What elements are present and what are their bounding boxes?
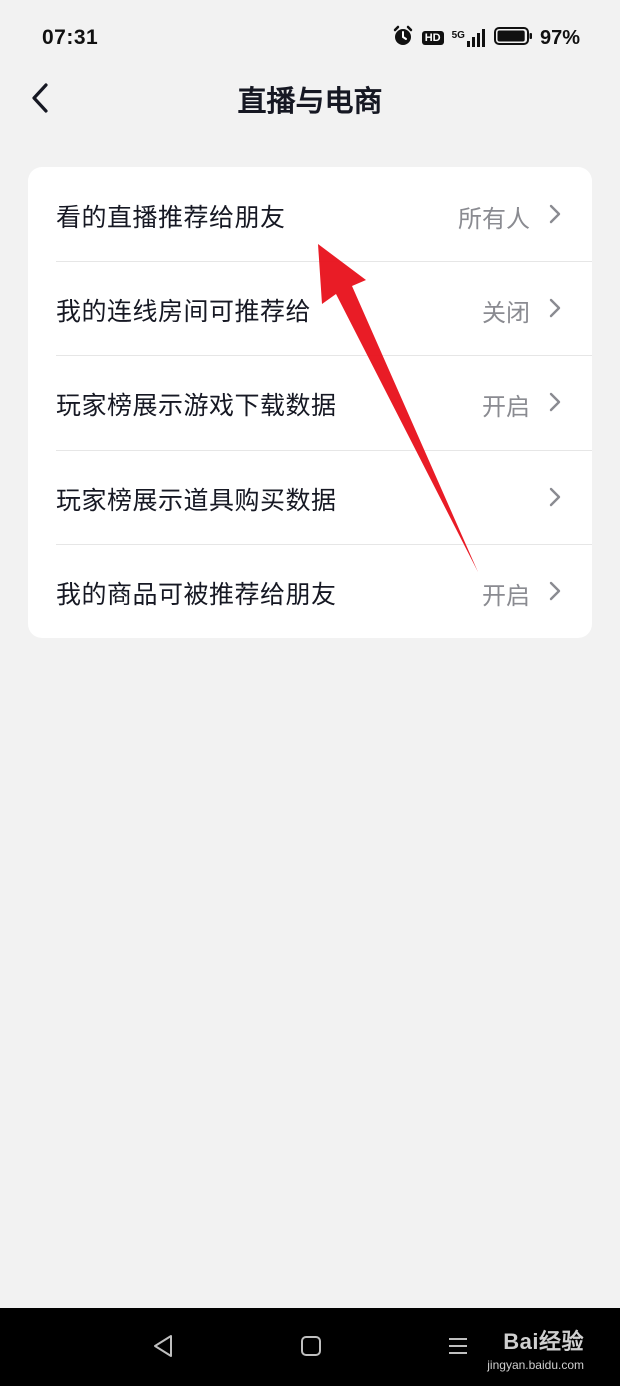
screen: 07:31 HD 5G 97% 直播与电商 看的直播推荐给朋友 所有人 我的连线… — [0, 0, 620, 1386]
page-title: 直播与电商 — [237, 84, 383, 118]
hd-icon: HD — [421, 31, 444, 45]
setting-value: 开启 — [482, 393, 530, 422]
battery-icon — [493, 26, 534, 50]
setting-row-linkup-room[interactable]: 我的连线房间可推荐给 关闭 — [28, 261, 592, 355]
header: 直播与电商 — [0, 66, 620, 126]
chevron-right-icon — [549, 393, 561, 412]
status-bar: 07:31 HD 5G 97% — [0, 0, 620, 76]
setting-value: 所有人 — [458, 205, 530, 233]
setting-value: 关闭 — [482, 299, 530, 328]
setting-row-item-purchase-data[interactable]: 玩家榜展示道具购买数据 — [28, 449, 592, 544]
network-type-label: 5G — [451, 30, 465, 41]
chevron-right-icon — [549, 581, 561, 600]
chevron-right-icon — [549, 204, 561, 224]
setting-label: 看的直播推荐给朋友 — [56, 203, 286, 232]
alarm-icon — [392, 25, 414, 51]
setting-label: 我的商品可被推荐给朋友 — [56, 579, 337, 609]
chevron-right-icon — [549, 487, 561, 506]
watermark-sub: jingyan.baidu.com — [487, 1358, 584, 1372]
setting-label: 玩家榜展示道具购买数据 — [56, 485, 337, 515]
back-triangle-icon[interactable] — [150, 1332, 176, 1360]
system-nav-bar: Bai经验 jingyan.baidu.com — [0, 1308, 620, 1386]
home-square-icon[interactable] — [299, 1332, 323, 1360]
setting-row-product-recommend[interactable]: 我的商品可被推荐给朋友 开启 — [28, 543, 592, 638]
status-icons: HD 5G 97% — [384, 24, 580, 52]
menu-lines-icon[interactable] — [446, 1332, 470, 1360]
watermark-main: Bai经验 — [503, 1329, 584, 1354]
setting-row-game-download-data[interactable]: 玩家榜展示游戏下载数据 开启 — [28, 355, 592, 449]
setting-value: 开启 — [482, 581, 530, 610]
chevron-right-icon — [549, 298, 561, 318]
baidu-watermark: Bai经验 jingyan.baidu.com — [487, 1324, 584, 1372]
setting-row-live-recommend[interactable]: 看的直播推荐给朋友 所有人 — [28, 167, 592, 261]
setting-label: 我的连线房间可推荐给 — [56, 297, 312, 327]
setting-label: 玩家榜展示游戏下载数据 — [56, 391, 337, 421]
settings-card: 看的直播推荐给朋友 所有人 我的连线房间可推荐给 关闭 玩家榜展示游戏下载数据 … — [28, 167, 592, 638]
battery-percent: 97% — [539, 26, 580, 49]
status-time: 07:31 — [42, 26, 99, 49]
signal-icon: 5G — [452, 28, 486, 48]
